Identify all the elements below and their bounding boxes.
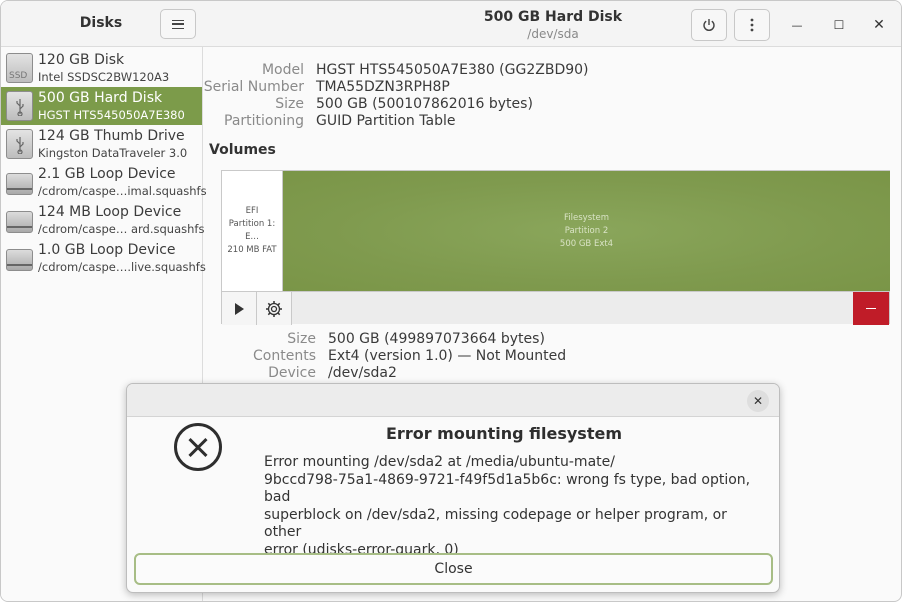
usb-drive-icon xyxy=(6,91,33,121)
dialog-message: Error mounting /dev/sda2 at /media/ubunt… xyxy=(264,454,751,558)
disk-list: 120 GB Disk Intel SSDSC2BW120A3 500 GB H… xyxy=(1,49,207,277)
partition-size-label: Size xyxy=(287,331,316,347)
loop-device-icon xyxy=(6,173,33,195)
disk-model: Intel SSDSC2BW120A3 xyxy=(38,70,170,84)
sidebar-title: Disks xyxy=(79,15,123,31)
minus-icon xyxy=(866,307,876,310)
play-icon xyxy=(235,302,244,315)
close-icon: ✕ xyxy=(873,17,885,33)
partition-size-row: Size xyxy=(203,331,316,348)
disk-name: 500 GB Hard Disk xyxy=(38,90,163,106)
maximize-icon: ☐ xyxy=(833,18,845,32)
sidebar-header: Disks xyxy=(1,1,203,47)
delete-partition-button[interactable] xyxy=(853,292,889,325)
main-header: 500 GB Hard Disk /dev/sda — ☐ ✕ xyxy=(203,1,901,47)
volume-map: EFI Partition 1: E… 210 MB FAT Filesyste… xyxy=(221,170,890,325)
partition-size: 500 GB Ext4 xyxy=(559,238,614,249)
partition-filesystem[interactable]: Filesystem Partition 2 500 GB Ext4 xyxy=(283,171,890,291)
page-title: 500 GB Hard Disk xyxy=(483,9,623,25)
disk-item-loop-1gb[interactable]: 1.0 GB Loop Device /cdrom/caspe….live.sq… xyxy=(1,239,206,277)
partition-efi[interactable]: EFI Partition 1: E… 210 MB FAT xyxy=(222,171,283,291)
disk-item-500gb[interactable]: 500 GB Hard Disk HGST HTS545050A7E380 xyxy=(1,87,202,125)
disk-name: 2.1 GB Loop Device xyxy=(38,166,176,182)
drive-menu-button[interactable] xyxy=(734,9,770,41)
volumes-heading: Volumes xyxy=(209,142,276,158)
kebab-menu-icon xyxy=(750,18,754,32)
dialog-title: Error mounting filesystem xyxy=(386,424,622,443)
close-button[interactable]: Close xyxy=(134,553,773,585)
dialog-close-button[interactable]: ✕ xyxy=(747,390,769,412)
dialog-header: ✕ xyxy=(127,384,779,417)
disk-model: HGST HTS545050A7E380 xyxy=(38,108,185,122)
device-row: Device xyxy=(203,365,316,382)
model-label: Model xyxy=(261,62,304,78)
disk-path: /cdrom/caspe…imal.squashfs xyxy=(38,184,207,198)
power-icon xyxy=(703,19,715,32)
device-label: Device xyxy=(268,365,316,381)
model-row: Model xyxy=(203,62,304,79)
disk-item-loop-2gb[interactable]: 2.1 GB Loop Device /cdrom/caspe…imal.squ… xyxy=(1,163,207,201)
disk-name: 1.0 GB Loop Device xyxy=(38,242,176,258)
partition-name: Partition 2 xyxy=(564,225,609,236)
close-icon: ✕ xyxy=(752,394,764,408)
maximize-button[interactable]: ☐ xyxy=(829,15,849,35)
contents-label: Contents xyxy=(253,348,316,364)
hamburger-icon xyxy=(172,19,184,29)
serial-label: Serial Number xyxy=(203,79,304,95)
partition-type: Filesystem xyxy=(564,212,609,223)
disk-name: 124 GB Thumb Drive xyxy=(38,128,185,144)
disk-name: 120 GB Disk xyxy=(38,52,125,68)
disks-window: Disks 120 GB Disk Intel SSDSC2BW120A3 50… xyxy=(0,0,902,602)
page-subtitle: /dev/sda xyxy=(527,27,579,41)
disk-item-120gb[interactable]: 120 GB Disk Intel SSDSC2BW120A3 xyxy=(1,49,202,87)
ssd-icon xyxy=(6,53,33,83)
size-row: Size xyxy=(203,96,304,113)
mount-button[interactable] xyxy=(222,292,257,325)
size-label: Size xyxy=(275,96,304,112)
partition-type: EFI xyxy=(245,206,259,216)
serial-row: Serial Number xyxy=(203,79,304,96)
partitioning-row: Partitioning xyxy=(203,113,304,130)
usb-drive-icon xyxy=(6,129,33,159)
volume-toolbar xyxy=(222,291,889,325)
loop-device-icon xyxy=(6,249,33,271)
partition-name: Partition 1: E… xyxy=(228,219,276,242)
partitioning-label: Partitioning xyxy=(224,113,304,129)
power-off-button[interactable] xyxy=(691,9,727,41)
disk-path: /cdrom/caspe… ard.squashfs xyxy=(38,222,205,236)
disk-model: Kingston DataTraveler 3.0 xyxy=(38,146,188,160)
loop-device-icon xyxy=(6,211,33,233)
minimize-button[interactable]: — xyxy=(787,15,807,35)
disk-item-124gb-thumb[interactable]: 124 GB Thumb Drive Kingston DataTraveler… xyxy=(1,125,202,163)
partition-options-button[interactable] xyxy=(257,292,292,325)
disk-name: 124 MB Loop Device xyxy=(38,204,182,220)
app-menu-button[interactable] xyxy=(160,9,196,39)
disk-path: /cdrom/caspe….live.squashfs xyxy=(38,260,206,274)
error-icon xyxy=(174,423,222,471)
contents-row: Contents xyxy=(203,348,316,365)
minimize-icon: — xyxy=(791,18,803,32)
disk-item-loop-124mb[interactable]: 124 MB Loop Device /cdrom/caspe… ard.squ… xyxy=(1,201,205,239)
partition-size: 210 MB FAT xyxy=(227,245,277,255)
gear-icon xyxy=(266,300,282,317)
close-window-button[interactable]: ✕ xyxy=(869,15,889,35)
error-dialog: ✕ Error mounting filesystem Error mounti… xyxy=(126,383,780,593)
